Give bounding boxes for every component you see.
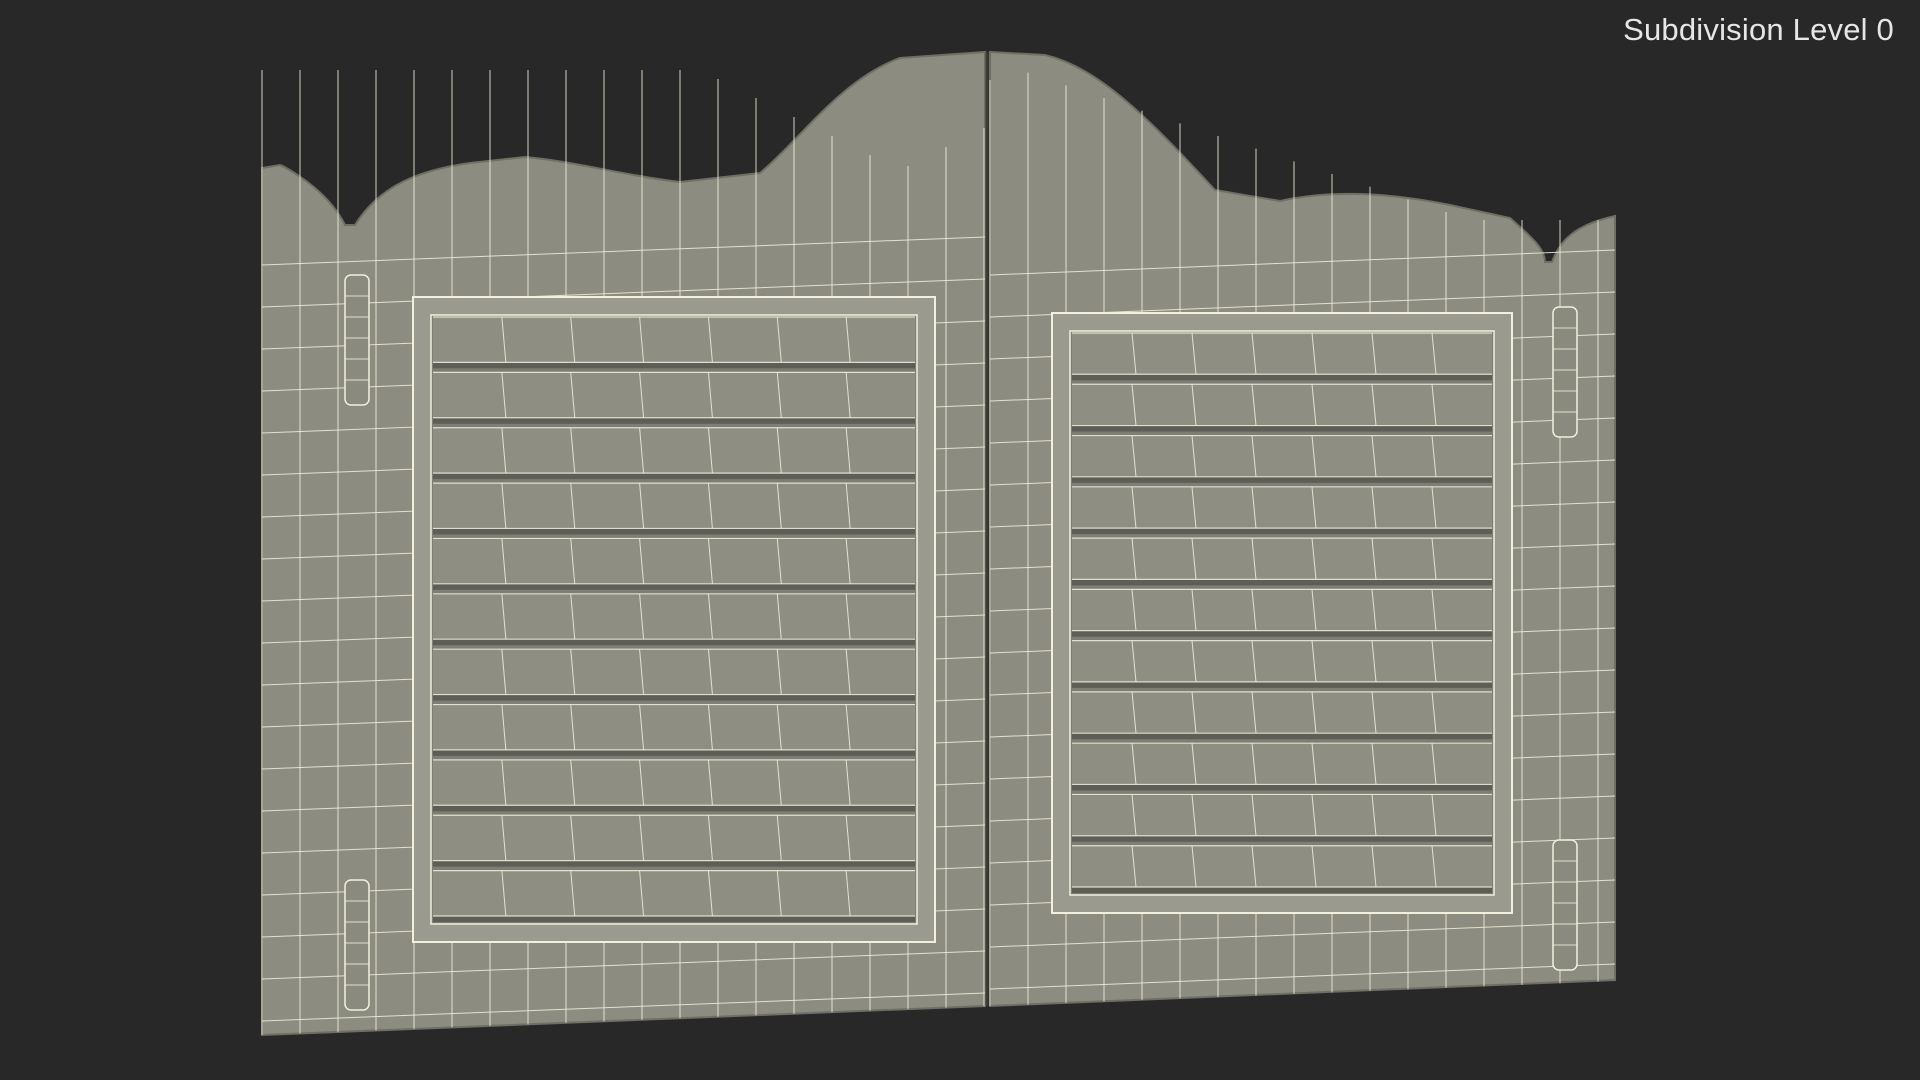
- left-louvre-slat: [433, 537, 915, 590]
- right-louvre-slat: [1072, 742, 1492, 791]
- right-louvre-slat: [1072, 537, 1492, 586]
- right-louvre-slat: [1072, 793, 1492, 842]
- left-louvre-slat: [433, 482, 915, 535]
- left-louvre-slat: [433, 316, 915, 369]
- right-louvre-slat: [1072, 434, 1492, 483]
- right-louvre-slat: [1072, 332, 1492, 381]
- left-hinge: [344, 274, 370, 406]
- right-hinge: [1552, 306, 1578, 438]
- left-louvre-slat: [433, 814, 915, 867]
- subdivision-level-label: Subdivision Level 0: [1623, 12, 1894, 47]
- left-louvre-slat: [433, 703, 915, 756]
- right-louvre-slat: [1072, 383, 1492, 432]
- right-louvre-slat: [1072, 640, 1492, 688]
- left-louvre-slat: [433, 870, 915, 922]
- right-louvre-slat: [1072, 588, 1492, 637]
- left-door-panel: [261, 50, 986, 1037]
- left-louvre-slat: [433, 371, 915, 424]
- right-louvre-slat: [1072, 486, 1492, 535]
- left-hinge: [344, 879, 370, 1011]
- right-louvre-slat: [1072, 691, 1492, 740]
- left-louvre-slat: [433, 593, 915, 646]
- left-louvre-slat: [433, 759, 915, 812]
- right-hinge: [1552, 839, 1578, 971]
- left-louvre-slat: [433, 648, 915, 701]
- saloon-doors-model: [261, 50, 1616, 1037]
- saloon-doors-wireframe-render: [261, 50, 1616, 1037]
- render-viewport: Subdivision Level 0: [0, 0, 1920, 1080]
- right-door-panel: [989, 50, 1616, 1008]
- right-louvre-slat: [1072, 845, 1492, 893]
- left-louvre-slat: [433, 427, 915, 480]
